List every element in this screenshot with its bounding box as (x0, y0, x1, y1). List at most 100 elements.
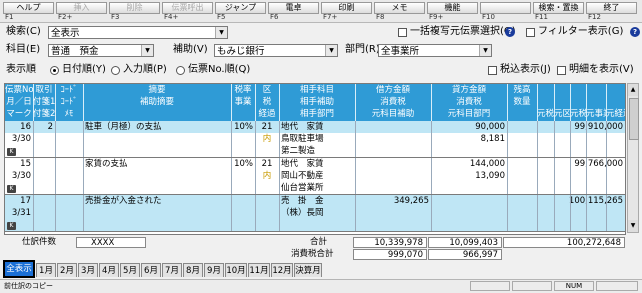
tax-category: 21 (261, 159, 273, 169)
column-divider (625, 195, 626, 231)
vertical-scrollbar[interactable]: ▲ ▼ (627, 83, 639, 233)
detail-display-checkbox[interactable] (557, 66, 566, 75)
help-icon[interactable]: ? (505, 27, 515, 37)
tab-month-8[interactable]: 8月 (183, 263, 203, 277)
dept-select[interactable]: 全事業所 ▼ (378, 44, 492, 57)
status-panel (596, 281, 638, 291)
column-divider (507, 158, 508, 194)
tab-month-1[interactable]: 1月 (36, 263, 56, 277)
table-row[interactable]: 17 3/31 K 売掛金が入金された 売 掛 金 （株）長岡 349,265 100,115… (5, 195, 625, 232)
mark-badge: K (7, 185, 16, 193)
filter-display-checkbox[interactable] (526, 28, 535, 37)
column-divider (255, 121, 256, 157)
tax-rate: 10% (234, 159, 253, 169)
scroll-down-icon[interactable]: ▼ (628, 220, 638, 232)
fkey-10-button[interactable]: F10 (479, 1, 537, 21)
fkey-7-button[interactable]: 印刷 F7+ (320, 1, 378, 21)
fkey-11-button[interactable]: 検索・置換 F11 (532, 1, 590, 21)
help-icon[interactable]: ? (630, 27, 640, 37)
column-divider (537, 195, 538, 231)
column-header: 摘要 (148, 85, 166, 95)
column-header: 数量 (513, 97, 531, 107)
tax-type: 内 (262, 171, 272, 181)
column-divider (586, 195, 587, 231)
fkey-5-button[interactable]: ジャンプ F5 (214, 1, 272, 21)
tab-month-2[interactable]: 2月 (57, 263, 77, 277)
column-header: 元科目部門 (447, 109, 491, 119)
column-divider (33, 195, 34, 231)
fkey-4-button[interactable]: 伝票呼出 F4+ (161, 1, 219, 21)
table-row[interactable]: 16 3/30 K 2 駐車（月極）の支払 10% 21 内地代 家賃 鳥取駐車場 第二製造 90,… (5, 121, 625, 158)
tab-all[interactable]: 全表示 (3, 260, 35, 278)
search-select[interactable]: 全表示 ▼ (48, 26, 228, 39)
order-slip-radio[interactable] (176, 66, 185, 75)
fkey-12-button[interactable]: 終了 F12 (585, 1, 642, 21)
column-header: ﾒﾓ (64, 109, 74, 119)
column-header: 元税 (570, 109, 586, 119)
fkey-number: F1 (5, 13, 14, 21)
column-divider (625, 158, 626, 194)
tab-month-4[interactable]: 4月 (99, 263, 119, 277)
batch-copy-checkbox[interactable] (398, 28, 407, 37)
status-text: 前仕訳のコピー (4, 282, 53, 290)
column-header: ｺｰﾄﾞ (60, 85, 78, 95)
fkey-number: F12 (588, 13, 601, 21)
order-date-radio[interactable] (50, 66, 59, 75)
column-divider (83, 195, 84, 231)
column-divider (231, 158, 232, 194)
scroll-up-icon[interactable]: ▲ (628, 84, 638, 96)
tax-rate: 10% (234, 122, 253, 132)
tab-month-13[interactable]: 決算月 (294, 263, 322, 277)
order-input-radio[interactable] (111, 66, 120, 75)
tab-month-7[interactable]: 7月 (162, 263, 182, 277)
fkey-9-button[interactable]: 機能 F9+ (426, 1, 484, 21)
fkey-8-button[interactable]: メモ F8 (373, 1, 431, 21)
column-header: 経過 (258, 109, 276, 119)
column-divider (83, 158, 84, 194)
column-divider (606, 121, 607, 157)
counter-department: 第二製造 (281, 146, 316, 156)
column-divider (355, 195, 356, 231)
tab-month-6[interactable]: 6月 (141, 263, 161, 277)
account-select[interactable]: 普通 預金 ▼ (48, 44, 154, 57)
journal-grid[interactable]: 伝票No. 月／日マーク 取引付箋1 付箋2 ｺｰﾄﾞ ｺｰﾄﾞ ﾒﾓ 摘要補助摘要 税率事業区… (4, 83, 626, 235)
tab-month-10[interactable]: 10月 (225, 263, 247, 277)
fkey-number: F3 (111, 13, 120, 21)
table-row[interactable]: 15 3/30 K 家賃の支払 10% 21 内地代 家賃 岡山不動産 仙台営業所 144,000… (5, 158, 625, 195)
balance: 99,910,000 (574, 122, 623, 132)
balance: 100,115,265 (568, 196, 623, 206)
fkey-1-button[interactable]: ヘルプ F1 (2, 1, 60, 21)
tax-total-label: 消費税合計 (291, 249, 334, 259)
counter-account: 地代 家賃 (281, 159, 324, 169)
tab-month-3[interactable]: 3月 (78, 263, 98, 277)
slip-date: 3/30 (11, 171, 31, 181)
tab-month-5[interactable]: 5月 (120, 263, 140, 277)
scroll-thumb[interactable] (629, 98, 639, 140)
fkey-3-button[interactable]: 削除 F3 (108, 1, 166, 21)
detail-display-label: 明細を表示(V) (569, 64, 634, 75)
tab-month-11[interactable]: 11月 (248, 263, 270, 277)
fkey-6-button[interactable]: 電卓 F6 (267, 1, 325, 21)
account-label: 科目(E) (6, 44, 41, 55)
tab-month-12[interactable]: 12月 (271, 263, 293, 277)
mark-cell: K (7, 219, 31, 231)
column-header: 元税率 (537, 109, 554, 119)
sub-select[interactable]: もみじ銀行 ▼ (214, 44, 338, 57)
column-divider (570, 195, 571, 231)
column-divider (586, 121, 587, 157)
column-header: 残高 (513, 85, 531, 95)
fkey-2-button[interactable]: 挿入 F2+ (55, 1, 113, 21)
column-divider (431, 195, 432, 231)
mark-badge: K (7, 148, 16, 156)
tab-month-9[interactable]: 9月 (204, 263, 224, 277)
credit-tax-total: 966,997 (428, 249, 502, 260)
column-header: 消費税 (380, 97, 406, 107)
column-divider (554, 158, 555, 194)
num-lock-indicator: NUM (554, 281, 594, 291)
fkey-number: F10 (482, 13, 495, 21)
order-date-label: 日付順(Y) (62, 64, 106, 75)
tax-display-checkbox[interactable] (488, 66, 497, 75)
column-divider (33, 121, 34, 157)
status-panel (512, 281, 552, 291)
fkey-number: F7+ (323, 13, 338, 21)
